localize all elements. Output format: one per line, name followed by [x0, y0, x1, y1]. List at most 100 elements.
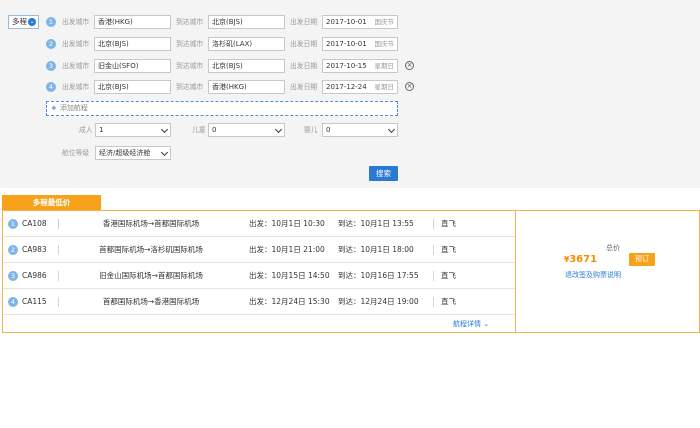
to-city-input[interactable]: 洛杉矶(LAX) — [208, 37, 285, 51]
date-input[interactable]: 2017-10-15 星期日 — [322, 59, 398, 73]
from-city-label: 出发城市 — [62, 83, 90, 91]
from-city-input[interactable]: 北京(BJS) — [94, 37, 171, 51]
total-price: ¥3671 — [564, 254, 597, 265]
depart-time: 出发：10月1日 21:00 — [249, 245, 325, 254]
to-city-label: 到达城市 — [176, 40, 204, 48]
from-city-input[interactable]: 旧金山(SFO) — [94, 59, 171, 73]
adult-label: 成人 — [79, 126, 93, 134]
to-city-value: 洛杉矶(LAX) — [212, 40, 253, 48]
flight-row[interactable]: 2 CA983 首都国际机场→洛杉矶国际机场 出发：10月1日 21:00 到达：10月… — [3, 237, 515, 263]
from-city-value: 香港(HKG) — [98, 18, 133, 26]
infant-value: 0 — [326, 126, 331, 134]
price-value: 3671 — [569, 254, 598, 265]
cabin-label: 舱位等级 — [62, 149, 90, 157]
arrive-time: 到达：10月1日 18:00 — [338, 245, 414, 254]
cabin-select[interactable]: 经济/超级经济舱 — [95, 146, 171, 160]
to-city-input[interactable]: 北京(BJS) — [208, 15, 285, 29]
flight-type: 直飞 — [441, 271, 456, 280]
from-city-input[interactable]: 香港(HKG) — [94, 15, 171, 29]
divider — [433, 297, 434, 307]
trip-mode-select[interactable]: 多程 ⌄ — [8, 15, 39, 29]
divider — [433, 245, 434, 255]
flight-code: CA108 — [22, 219, 47, 228]
date-hint: 国庆节 — [374, 18, 395, 26]
itinerary-detail-link[interactable]: 航程详情 ⌄ — [453, 319, 489, 329]
depart-time: 出发：10月15日 14:50 — [249, 271, 330, 280]
leg-number: 4 — [46, 82, 56, 92]
adult-value: 1 — [99, 126, 104, 134]
divider — [58, 219, 59, 229]
date-label: 出发日期 — [290, 62, 318, 70]
refund-rules-link[interactable]: 退改签及购票说明 — [565, 270, 621, 280]
from-city-value: 北京(BJS) — [98, 83, 129, 91]
from-city-value: 北京(BJS) — [98, 40, 129, 48]
remove-leg-icon[interactable]: × — [405, 61, 414, 70]
to-city-label: 到达城市 — [176, 62, 204, 70]
date-hint: 星期日 — [374, 83, 395, 91]
flight-row[interactable]: 4 CA115 首都国际机场→香港国际机场 出发：12月24日 15:30 到达：12月… — [3, 289, 515, 315]
date-input[interactable]: 2017-12-24 星期日 — [322, 80, 398, 94]
total-label: 总价 — [606, 244, 620, 252]
flight-type: 直飞 — [441, 297, 456, 306]
date-hint: 星期日 — [374, 62, 395, 70]
chevron-down-icon — [274, 125, 283, 134]
from-city-label: 出发城市 — [62, 62, 90, 70]
date-value: 2017-10-01 — [326, 40, 367, 48]
flight-type: 直飞 — [441, 245, 456, 254]
to-city-input[interactable]: 香港(HKG) — [208, 80, 285, 94]
book-button[interactable]: 预订 — [629, 253, 655, 266]
remove-leg-icon[interactable]: × — [405, 82, 414, 91]
leg-number: 2 — [46, 39, 56, 49]
arrive-time: 到达：10月16日 17:55 — [338, 271, 419, 280]
date-input[interactable]: 2017-10-01 国庆节 — [322, 15, 398, 29]
child-value: 0 — [212, 126, 217, 134]
tab-multi-trip-lowest[interactable]: 多程最低价 — [2, 195, 101, 210]
to-city-value: 香港(HKG) — [212, 83, 247, 91]
date-label: 出发日期 — [290, 40, 318, 48]
to-city-label: 到达城市 — [176, 18, 204, 26]
date-input[interactable]: 2017-10-01 国庆节 — [322, 37, 398, 51]
cabin-value: 经济/超级经济舱 — [99, 149, 151, 157]
divider — [58, 297, 59, 307]
itinerary-detail-label: 航程详情 — [453, 320, 481, 328]
plus-icon: + — [51, 104, 57, 112]
flight-route: 首都国际机场→洛杉矶国际机场 — [99, 245, 203, 254]
add-leg-label: 添加航程 — [59, 104, 88, 112]
chevron-down-icon — [160, 125, 169, 134]
from-city-label: 出发城市 — [62, 40, 90, 48]
date-label: 出发日期 — [290, 83, 318, 91]
date-value: 2017-12-24 — [326, 83, 367, 91]
flight-row[interactable]: 1 CA108 香港国际机场→首都国际机场 出发：10月1日 10:30 到达：10月1… — [3, 211, 515, 237]
flight-code: CA983 — [22, 245, 47, 254]
from-city-label: 出发城市 — [62, 18, 90, 26]
add-leg-button[interactable]: + 添加航程 — [46, 101, 398, 116]
divider — [433, 219, 434, 229]
arrive-time: 到达：12月24日 19:00 — [338, 297, 419, 306]
chevron-down-icon — [160, 148, 169, 157]
flight-code: CA986 — [22, 271, 47, 280]
flight-number-badge: 1 — [8, 219, 18, 229]
child-label: 儿童 — [192, 126, 206, 134]
flight-row[interactable]: 3 CA986 旧金山国际机场→首都国际机场 出发：10月15日 14:50 到达：10… — [3, 263, 515, 289]
flight-code: CA115 — [22, 297, 47, 306]
to-city-value: 北京(BJS) — [212, 62, 243, 70]
to-city-input[interactable]: 北京(BJS) — [208, 59, 285, 73]
trip-mode-value: 多程 — [12, 17, 27, 26]
date-label: 出发日期 — [290, 18, 318, 26]
flight-number-badge: 4 — [8, 297, 18, 307]
date-hint: 国庆节 — [374, 40, 395, 48]
search-button[interactable]: 搜索 — [369, 166, 398, 181]
child-select[interactable]: 0 — [208, 123, 285, 137]
to-city-value: 北京(BJS) — [212, 18, 243, 26]
flight-route: 旧金山国际机场→首都国际机场 — [99, 271, 203, 280]
flight-type: 直飞 — [441, 219, 456, 228]
depart-time: 出发：10月1日 10:30 — [249, 219, 325, 228]
date-value: 2017-10-15 — [326, 62, 367, 70]
infant-select[interactable]: 0 — [322, 123, 398, 137]
flight-route: 香港国际机场→首都国际机场 — [102, 219, 200, 228]
from-city-input[interactable]: 北京(BJS) — [94, 80, 171, 94]
depart-time: 出发：12月24日 15:30 — [249, 297, 330, 306]
divider — [58, 271, 59, 281]
flight-number-badge: 2 — [8, 245, 18, 255]
adult-select[interactable]: 1 — [95, 123, 171, 137]
